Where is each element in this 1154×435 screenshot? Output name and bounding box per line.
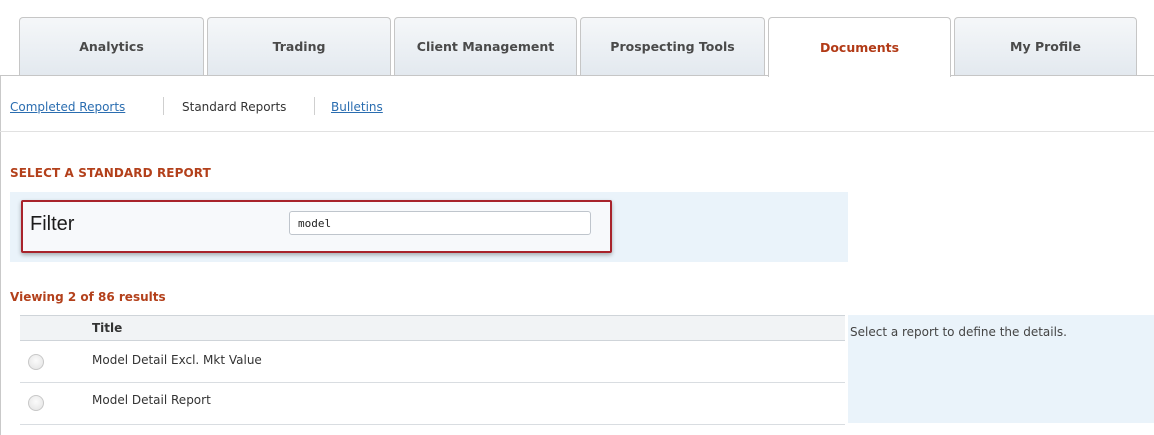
filter-label: Filter [30, 213, 75, 235]
section-title: SELECT A STANDARD REPORT [10, 166, 211, 180]
results-count: Viewing 2 of 86 results [10, 290, 166, 304]
row-radio-button[interactable] [28, 354, 44, 370]
table-row[interactable]: Model Detail Report [20, 383, 845, 425]
report-title: Model Detail Report [92, 393, 211, 407]
tab-label: Analytics [79, 39, 144, 54]
sub-navigation: Completed Reports Standard Reports Bulle… [0, 76, 1154, 132]
subnav-bulletins[interactable]: Bulletins [331, 100, 383, 114]
tab-label: Documents [819, 40, 900, 55]
tab-label: Prospecting Tools [610, 39, 735, 54]
subnav-separator [163, 97, 164, 115]
table-header: Title [20, 315, 845, 341]
tab-trading[interactable]: Trading [207, 17, 391, 75]
tab-analytics[interactable]: Analytics [19, 17, 204, 75]
tab-label: Client Management [416, 39, 555, 54]
tab-prospecting-tools[interactable]: Prospecting Tools [580, 17, 765, 75]
table-row[interactable]: Model Detail Excl. Mkt Value [20, 341, 845, 383]
tab-documents[interactable]: Documents [768, 17, 951, 77]
report-title: Model Detail Excl. Mkt Value [92, 353, 262, 367]
tab-my-profile[interactable]: My Profile [954, 17, 1137, 75]
main-tab-bar: Analytics Trading Client Management Pros… [0, 0, 1154, 77]
subnav-standard-reports[interactable]: Standard Reports [182, 100, 286, 114]
subnav-completed-reports[interactable]: Completed Reports [10, 100, 125, 114]
tab-label: Trading [272, 39, 326, 54]
filter-input[interactable] [289, 211, 591, 235]
subnav-separator [314, 97, 315, 115]
column-header-title: Title [92, 321, 123, 335]
tab-label: My Profile [1010, 39, 1081, 54]
tab-client-management[interactable]: Client Management [394, 17, 577, 75]
details-panel: Select a report to define the details. [848, 315, 1154, 423]
row-radio-button[interactable] [28, 395, 44, 411]
details-hint: Select a report to define the details. [850, 325, 1067, 339]
